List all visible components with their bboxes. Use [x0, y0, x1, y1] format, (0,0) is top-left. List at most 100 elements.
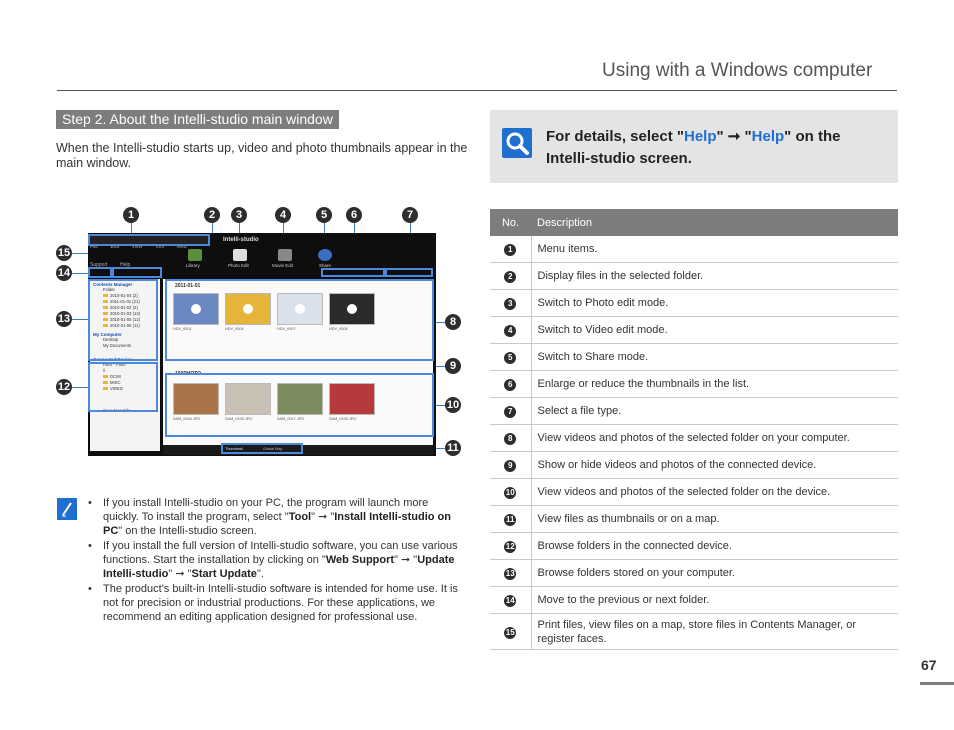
help-submenu-label: Help — [751, 128, 785, 145]
row-number: 11 — [490, 505, 532, 533]
highlight-device-folders — [88, 362, 158, 412]
table-row: 7 Select a file type. — [490, 397, 898, 425]
tip-box: For details, select "Help" ➞ "Help" on t… — [490, 110, 898, 183]
photo-edit-label: Photo Edit — [228, 263, 249, 268]
row-number: 8 — [490, 424, 532, 452]
row-number-badge: 5 — [504, 351, 517, 364]
callout-5: 5 — [316, 207, 332, 223]
row-description: Switch to Photo edit mode. — [531, 289, 898, 317]
section-heading: Step 2. About the Intelli-studio main wi… — [56, 110, 339, 129]
callout-13: 13 — [56, 311, 72, 327]
note-item: If you install the full version of Intel… — [88, 539, 463, 581]
tip-text: For details, select "Help" ➞ "Help" on t… — [546, 128, 841, 167]
row-number-badge: 3 — [504, 297, 517, 310]
row-number: 4 — [490, 316, 532, 344]
share-icon — [318, 249, 332, 261]
table-row: 8 View videos and photos of the selected … — [490, 424, 898, 452]
table-row: 4 Switch to Video edit mode. — [490, 316, 898, 344]
highlight-computer-thumbs — [165, 279, 434, 361]
magnifier-icon — [502, 128, 532, 158]
page-title: Using with a Windows computer — [602, 60, 873, 81]
highlight-print-tools — [112, 267, 162, 278]
pencil-note-icon — [57, 498, 77, 520]
callout-9: 9 — [445, 358, 461, 374]
table-header-description: Description — [531, 209, 898, 236]
page-number: 67 — [921, 657, 937, 673]
highlight-view-tabs — [221, 443, 303, 454]
note-item: The product's built-in Intelli-studio so… — [88, 582, 463, 624]
table-row: 15 Print files, view files on a map, stor… — [490, 613, 898, 650]
row-number: 13 — [490, 559, 532, 587]
callout-line-12 — [72, 387, 88, 388]
table-row: 13 Browse folders stored on your computer… — [490, 559, 898, 587]
row-number-badge: 7 — [504, 405, 517, 418]
table-row: 6 Enlarge or reduce the thumbnails in the… — [490, 370, 898, 398]
table-header-no: No. — [490, 209, 531, 236]
callout-14: 14 — [56, 265, 72, 281]
callout-line-14 — [72, 273, 88, 274]
callout-4: 4 — [275, 207, 291, 223]
photo-edit-icon — [233, 249, 247, 261]
row-description: Display files in the selected folder. — [531, 262, 898, 290]
callout-6: 6 — [346, 207, 362, 223]
row-number-badge: 6 — [504, 378, 517, 391]
callout-line-13 — [72, 319, 88, 320]
header-divider — [57, 90, 897, 91]
row-description: Menu items. — [531, 236, 898, 263]
row-number-badge: 11 — [504, 513, 517, 526]
table-row: 9 Show or hide videos and photos of the c… — [490, 451, 898, 479]
row-description: Browse folders in the connected device. — [531, 532, 898, 560]
row-description: Print files, view files on a map, store … — [531, 613, 898, 650]
row-description: Switch to Video edit mode. — [531, 316, 898, 344]
table-row: 1 Menu items. — [490, 236, 898, 263]
row-number: 12 — [490, 532, 532, 560]
movie-edit-icon — [278, 249, 292, 261]
page-number-bar — [920, 682, 954, 685]
highlight-menu — [88, 234, 210, 246]
row-number: 15 — [490, 613, 532, 650]
note-item: If you install Intelli-studio on your PC… — [88, 496, 463, 538]
row-number: 1 — [490, 236, 532, 263]
movie-edit-label: Movie Edit — [272, 263, 294, 268]
row-description: Enlarge or reduce the thumbnails in the … — [531, 370, 898, 398]
callout-10: 10 — [445, 397, 461, 413]
table-row: 3 Switch to Photo edit mode. — [490, 289, 898, 317]
table-row: 2 Display files in the selected folder. — [490, 262, 898, 290]
row-number-badge: 14 — [504, 594, 517, 607]
highlight-computer-folders — [88, 279, 158, 361]
highlight-device-thumbs — [165, 373, 434, 437]
library-label: Library — [186, 263, 200, 268]
table-row: 10 View videos and photos of the selected… — [490, 478, 898, 506]
row-number-badge: 2 — [504, 270, 517, 283]
highlight-zoom-slider — [321, 268, 385, 277]
description-table: No. Description 1 Menu items. 2 Display fil… — [490, 209, 898, 650]
row-description: Switch to Share mode. — [531, 343, 898, 371]
row-number-badge: 8 — [504, 432, 517, 445]
row-number-badge: 4 — [504, 324, 517, 337]
highlight-nav — [88, 267, 112, 278]
row-number-badge: 1 — [504, 243, 517, 256]
row-number: 10 — [490, 478, 532, 506]
row-number: 3 — [490, 289, 532, 317]
row-number: 14 — [490, 586, 532, 614]
table-row: 5 Switch to Share mode. — [490, 343, 898, 371]
row-number-badge: 12 — [504, 540, 517, 553]
callout-11: 11 — [445, 440, 461, 456]
row-description: Move to the previous or next folder. — [531, 586, 898, 614]
row-description: Browse folders stored on your computer. — [531, 559, 898, 587]
callout-line-15 — [72, 253, 88, 254]
help-menu-label: Help — [684, 128, 717, 145]
row-number-badge: 15 — [504, 626, 517, 639]
library-icon — [188, 249, 202, 261]
highlight-file-type — [385, 268, 433, 277]
table-row: 14 Move to the previous or next folder. — [490, 586, 898, 614]
row-number-badge: 9 — [504, 459, 517, 472]
row-description: Show or hide videos and photos of the co… — [531, 451, 898, 479]
row-number-badge: 10 — [504, 486, 517, 499]
callout-8: 8 — [445, 314, 461, 330]
row-description: View videos and photos of the selected f… — [531, 424, 898, 452]
table-row: 11 View files as thumbnails or on a map. — [490, 505, 898, 533]
callout-7: 7 — [402, 207, 418, 223]
notes-list: If you install Intelli-studio on your PC… — [88, 496, 463, 625]
intro-paragraph: When the Intelli-studio starts up, video… — [56, 141, 468, 170]
